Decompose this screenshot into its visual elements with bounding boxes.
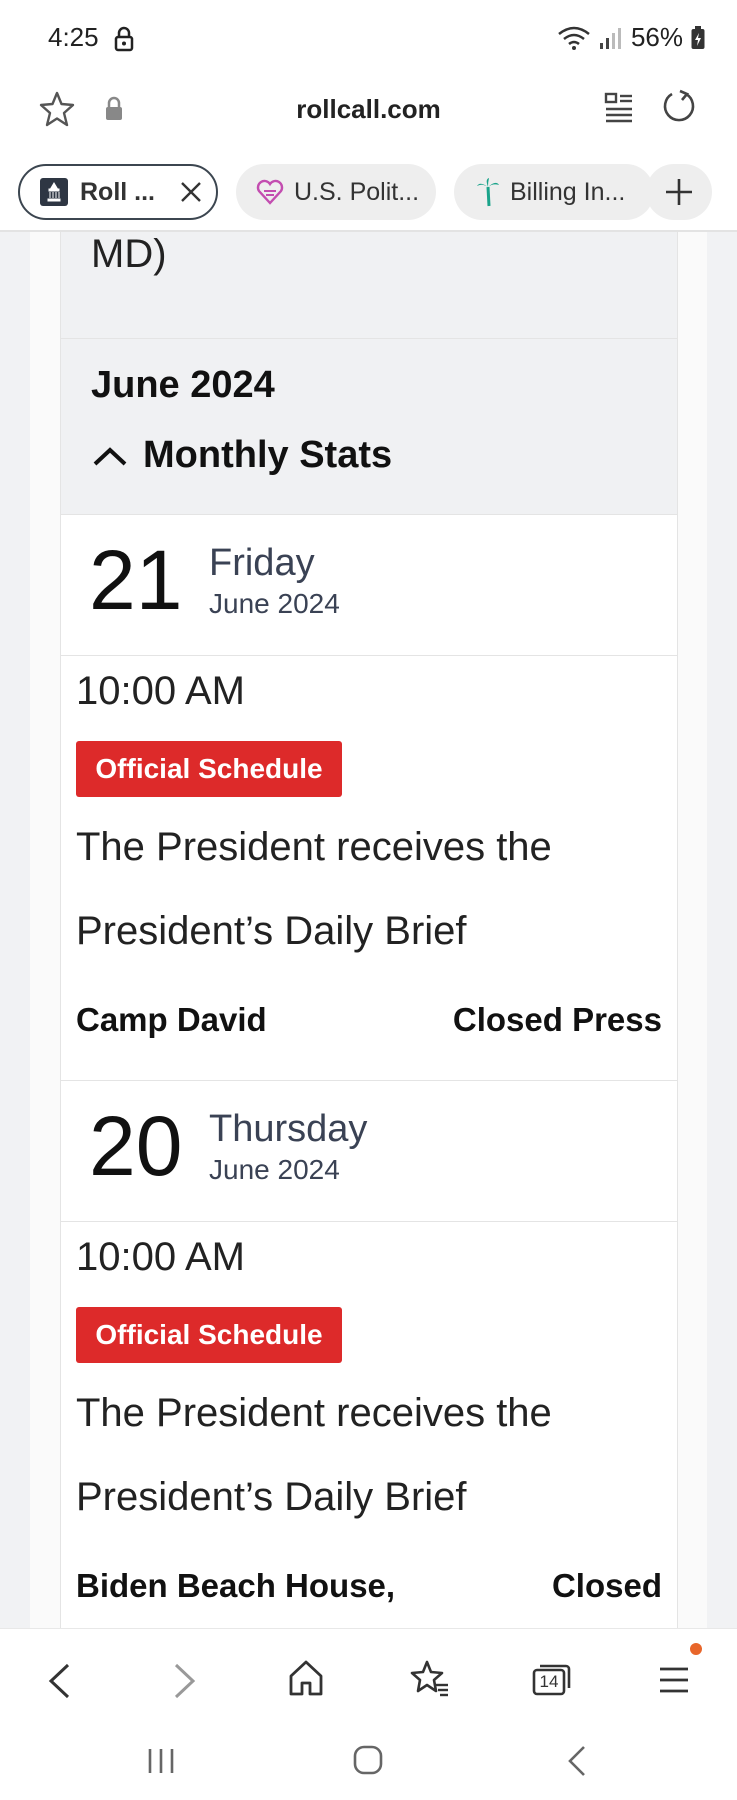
- system-nav-bar: [0, 1728, 737, 1800]
- event-description-line-1: The President receives the: [76, 1391, 552, 1435]
- tab-label: Billing In...: [510, 177, 626, 206]
- reader-mode-icon[interactable]: [604, 92, 634, 124]
- palm-tree-favicon-icon: [477, 178, 499, 207]
- event-time: 10:00 AM: [76, 1235, 246, 1279]
- system-back-icon[interactable]: [566, 1744, 588, 1778]
- menu-icon[interactable]: [658, 1665, 690, 1695]
- tab-label: Roll ...: [80, 177, 155, 206]
- month-title: June 2024: [91, 364, 275, 406]
- date-weekday: Friday: [209, 542, 315, 584]
- date-number: 20: [89, 1099, 183, 1193]
- heart-favicon-icon: [256, 179, 284, 205]
- date-month: June 2024: [209, 1154, 340, 1185]
- page-content: MD) June 2024 Monthly Stats 21 Friday Ju…: [0, 232, 737, 1628]
- status-bar: 4:25 56%: [0, 0, 737, 78]
- bookmarks-icon[interactable]: [410, 1659, 450, 1697]
- official-schedule-badge: Official Schedule: [76, 741, 342, 797]
- roll-call-favicon-icon: [40, 178, 68, 206]
- event-press: Closed: [551, 1567, 662, 1604]
- notification-dot: [690, 1643, 702, 1655]
- chevron-up-icon: [93, 446, 127, 465]
- tab-strip: Roll ... U.S. Polit... Billing In...: [0, 160, 737, 232]
- status-right: 56%: [557, 22, 705, 53]
- event-location: Camp David: [76, 1001, 267, 1038]
- official-schedule-badge: Official Schedule: [76, 1307, 342, 1363]
- tab-label: U.S. Polit...: [294, 177, 420, 206]
- plus-icon: [666, 179, 692, 205]
- truncated-text: MD): [91, 232, 167, 276]
- forward-icon[interactable]: [172, 1661, 198, 1701]
- tabs-button[interactable]: 14: [532, 1661, 572, 1697]
- event-location: Biden Beach House,: [76, 1567, 396, 1604]
- event-description-line-1: The President receives the: [76, 825, 552, 869]
- date-header: 20 Thursday June 2024: [60, 1080, 678, 1221]
- battery-percent: 56%: [630, 22, 683, 52]
- date-month: June 2024: [209, 588, 340, 619]
- new-tab-button[interactable]: [646, 164, 712, 220]
- monthly-stats-label: Monthly Stats: [143, 434, 393, 476]
- back-icon[interactable]: [46, 1661, 72, 1701]
- event-description-line-2: President’s Daily Brief: [76, 1475, 467, 1519]
- address-bar: rollcall.com: [0, 78, 737, 160]
- battery-icon: [691, 25, 705, 49]
- recent-apps-icon[interactable]: [146, 1746, 176, 1776]
- home-icon[interactable]: [288, 1659, 324, 1697]
- event-time: 10:00 AM: [76, 669, 246, 713]
- date-weekday: Thursday: [209, 1108, 368, 1150]
- lock-icon: [114, 26, 134, 52]
- home-button-icon[interactable]: [352, 1744, 384, 1776]
- status-time: 4:25: [48, 22, 99, 52]
- signal-icon: [599, 27, 621, 49]
- event-card[interactable]: 10:00 AM Official Schedule The President…: [60, 655, 678, 1080]
- close-tab-icon[interactable]: [179, 180, 203, 204]
- browser-bottom-nav: 14: [0, 1628, 737, 1729]
- date-number: 21: [89, 533, 183, 627]
- tab-count: 14: [539, 1672, 559, 1691]
- event-press: Closed Press: [452, 1001, 662, 1038]
- month-header: June 2024 Monthly Stats: [60, 338, 678, 514]
- tab-roll-call[interactable]: Roll ...: [18, 164, 218, 220]
- reload-icon[interactable]: [660, 88, 698, 126]
- event-card[interactable]: 10:00 AM Official Schedule The President…: [60, 1221, 678, 1628]
- tab-us-politics[interactable]: U.S. Polit...: [236, 164, 436, 220]
- tab-billing[interactable]: Billing In...: [454, 164, 654, 220]
- wifi-icon: [558, 26, 590, 50]
- date-header: 21 Friday June 2024: [60, 514, 678, 655]
- monthly-stats-toggle[interactable]: Monthly Stats: [91, 434, 392, 477]
- previous-event-tail: MD): [60, 232, 678, 338]
- event-description-line-2: President’s Daily Brief: [76, 909, 467, 953]
